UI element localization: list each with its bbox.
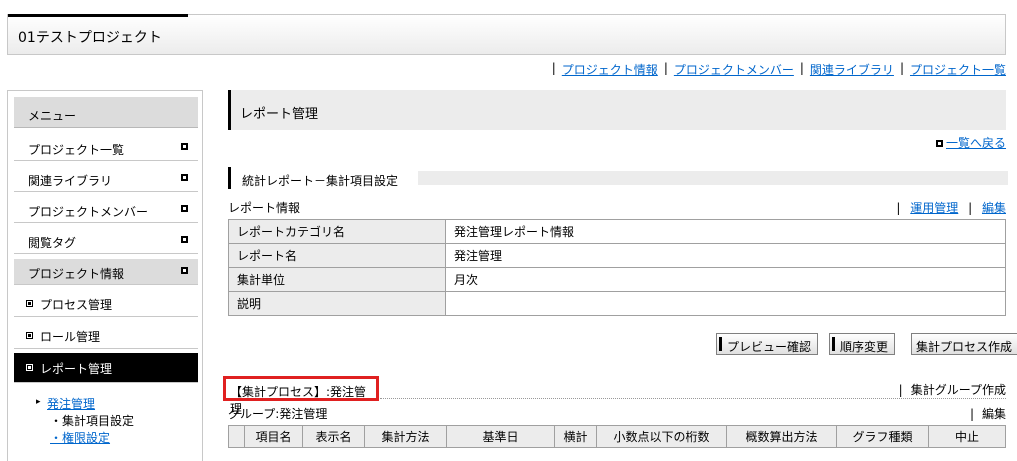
nav-link-related-library[interactable]: 関連ライブラリ [810,61,894,78]
operation-management-link[interactable]: 運用管理 [910,201,958,215]
info-value: 発注管理 [445,243,1006,268]
sidebar-subitem-process-management[interactable]: プロセス管理 [14,289,198,317]
header-accent-bar [8,14,188,17]
preview-button-label: プレビュー確認 [727,340,812,354]
info-value: 月次 [445,267,1006,292]
section-title: 統計レポート－集計項目設定 [228,167,1008,189]
tree-child-permission-settings[interactable]: ・権限設定 [50,429,110,446]
column-header: 中止 [928,425,1006,448]
sidebar-menu-header: メニュー [14,97,198,128]
info-key: 集計単位 [228,267,446,292]
group-edit-action[interactable]: | 編集 [970,405,1006,422]
column-header: 横計 [554,425,597,448]
page-title-bar: レポート管理 [228,90,1006,130]
small-square-icon [26,332,33,339]
group-edit-label[interactable]: 編集 [982,407,1006,421]
column-header: 集計方法 [364,425,447,448]
process-title: 【集計プロセス】:発注管理 [223,376,379,416]
info-value [445,291,1006,316]
table-row: 説明 [228,291,1006,316]
column-header: 基準日 [446,425,555,448]
project-title: 01テストプロジェクト [18,30,162,46]
square-bullet-icon [181,143,188,150]
report-info-table: レポートカテゴリ名 発注管理レポート情報 レポート名 発注管理 集計単位 月次 … [228,219,1006,316]
square-bullet-icon [181,205,188,212]
sidebar-item-view-tags[interactable]: 閲覧タグ [14,228,198,254]
small-square-icon [26,300,33,307]
group-label: グループ:発注管理 [228,407,328,421]
small-square-icon [26,364,33,371]
sidebar-item-related-library[interactable]: 関連ライブラリ [14,166,198,192]
page-title: レポート管理 [240,107,319,122]
table-header-row: 項目名 表示名 集計方法 基準日 横計 小数点以下の桁数 概数算出方法 グラフ種… [228,425,1006,448]
group-items-table: 項目名 表示名 集計方法 基準日 横計 小数点以下の桁数 概数算出方法 グラフ種… [228,425,1006,448]
sidebar-subitem-label: プロセス管理 [40,298,113,312]
reorder-button-label: 順序変更 [840,340,889,354]
sidebar-item-label: プロジェクト情報 [28,267,125,281]
tree-parent[interactable]: 発注管理 [47,395,95,412]
nav-link-project-members[interactable]: プロジェクトメンバー [674,61,794,78]
project-header: 01テストプロジェクト [7,14,1006,55]
sidebar-item-label: プロジェクト一覧 [28,143,125,157]
sidebar-subitem-report-management[interactable]: レポート管理 [14,353,198,383]
sidebar-item-label: 関連ライブラリ [28,174,113,188]
sidebar-item-label: プロジェクトメンバー [28,205,149,219]
divider [380,398,1006,399]
table-row: レポート名 発注管理 [228,243,1006,268]
back-to-list[interactable]: 一覧へ戻る [935,134,1006,151]
top-nav: | プロジェクト情報 | プロジェクトメンバー | 関連ライブラリ | プロジェ… [551,61,1006,78]
square-bullet-icon [181,236,188,243]
nav-link-project-info[interactable]: プロジェクト情報 [562,61,658,78]
group-create-label[interactable]: 集計グループ作成 [911,383,1006,397]
tree-link-order-management[interactable]: 発注管理 [47,397,95,411]
table-row: レポートカテゴリ名 発注管理レポート情報 [228,219,1006,244]
column-header: グラフ種類 [836,425,929,448]
square-bullet-icon [935,140,943,147]
group-create-action[interactable]: | 集計グループ作成 [899,381,1006,398]
sidebar: メニュー プロジェクト一覧 関連ライブラリ プロジェクトメンバー 閲覧タグ プロ… [7,90,203,461]
square-bullet-icon [181,174,188,181]
triangle-right-icon: ▸ [36,397,41,407]
column-header: 項目名 [244,425,303,448]
sidebar-item-label: 閲覧タグ [28,236,77,250]
tree-child-aggregation-settings: ・集計項目設定 [50,414,135,428]
section-title-text: 統計レポート－集計項目設定 [242,174,399,188]
create-process-button-label: 集計プロセス作成 [916,340,1013,354]
sidebar-item-project-info[interactable]: プロジェクト情報 [14,259,198,285]
info-key: 説明 [228,291,446,316]
info-value: 発注管理レポート情報 [445,219,1006,244]
preview-button[interactable]: プレビュー確認 [716,333,819,355]
info-key: レポートカテゴリ名 [228,219,446,244]
column-header: 小数点以下の桁数 [596,425,727,448]
tree-link-permission-settings[interactable]: ・権限設定 [50,431,110,445]
edit-report-link[interactable]: 編集 [982,201,1006,215]
sidebar-item-project-members[interactable]: プロジェクトメンバー [14,197,198,223]
report-info-label: レポート情報 [228,201,301,215]
sidebar-subitem-role-management[interactable]: ロール管理 [14,321,198,349]
report-actions: | 運用管理 | 編集 [896,201,1006,215]
create-process-button[interactable]: 集計プロセス作成 [911,333,1017,355]
reorder-button[interactable]: 順序変更 [829,333,896,355]
back-to-list-link[interactable]: 一覧へ戻る [946,136,1006,150]
column-header-blank [228,425,245,448]
sidebar-subitem-label: ロール管理 [40,330,101,344]
info-key: レポート名 [228,243,446,268]
square-bullet-icon [181,267,188,274]
column-header: 概数算出方法 [726,425,837,448]
nav-link-project-list[interactable]: プロジェクト一覧 [910,61,1006,78]
table-row: 集計単位 月次 [228,267,1006,292]
sidebar-item-project-list[interactable]: プロジェクト一覧 [14,135,198,161]
sidebar-subitem-label: レポート管理 [40,362,113,376]
column-header: 表示名 [302,425,365,448]
